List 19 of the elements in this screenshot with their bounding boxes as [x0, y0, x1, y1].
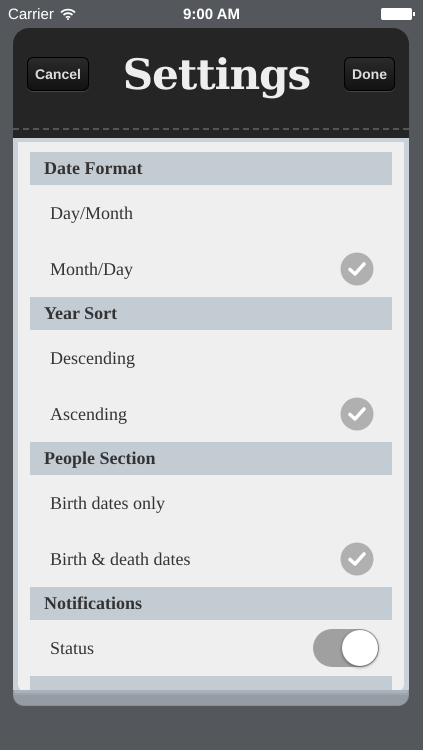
section-header: Notifications	[30, 587, 392, 620]
option-label: Ascending	[50, 404, 127, 424]
carrier-label: Carrier	[8, 6, 54, 22]
wifi-icon	[60, 8, 76, 20]
status-toggle[interactable]	[313, 629, 379, 667]
section-header: Year Sort	[30, 297, 392, 330]
section-header: Date Format	[30, 152, 392, 185]
option-label: Day/Month	[50, 202, 133, 224]
option-label: Month/Day	[50, 258, 133, 280]
section-header: People Section	[30, 442, 392, 475]
option-label: Birth dates only	[50, 492, 165, 514]
status-time: 9:00 AM	[183, 6, 240, 22]
done-button[interactable]: Done	[344, 57, 395, 91]
option-label: Status	[50, 638, 94, 658]
battery-icon	[381, 8, 415, 20]
option-label: Descending	[50, 348, 135, 368]
option-label: Birth & death dates	[50, 548, 190, 570]
page-title: Settings	[122, 50, 310, 98]
cancel-button[interactable]: Cancel	[27, 57, 89, 91]
